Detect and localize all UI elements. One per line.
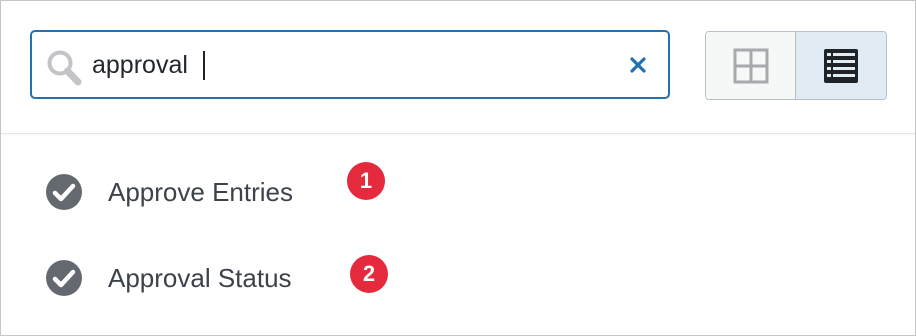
list-item[interactable]: Approve Entries xyxy=(45,172,293,212)
search-toolbar xyxy=(1,1,915,134)
checkmark-circle-icon xyxy=(46,174,82,210)
search-box[interactable] xyxy=(30,30,670,99)
search-input[interactable] xyxy=(92,46,612,84)
result-label: Approval Status xyxy=(108,262,292,293)
list-item[interactable]: Approval Status xyxy=(45,258,292,298)
step-badge: 1 xyxy=(347,162,385,200)
panel: Approve Entries Approval Status 1 2 xyxy=(0,0,916,336)
grid-view-icon xyxy=(733,48,768,83)
view-mode-toggle xyxy=(705,31,887,100)
result-label: Approve Entries xyxy=(108,176,293,207)
list-view-button[interactable] xyxy=(796,32,886,99)
close-icon xyxy=(630,57,646,73)
checkmark-circle-icon xyxy=(46,260,82,296)
search-icon xyxy=(47,50,82,86)
text-cursor xyxy=(203,51,205,80)
list-view-icon xyxy=(824,48,858,83)
clear-search-button[interactable] xyxy=(626,53,650,77)
grid-view-button[interactable] xyxy=(706,32,796,99)
step-badge: 2 xyxy=(350,255,388,293)
